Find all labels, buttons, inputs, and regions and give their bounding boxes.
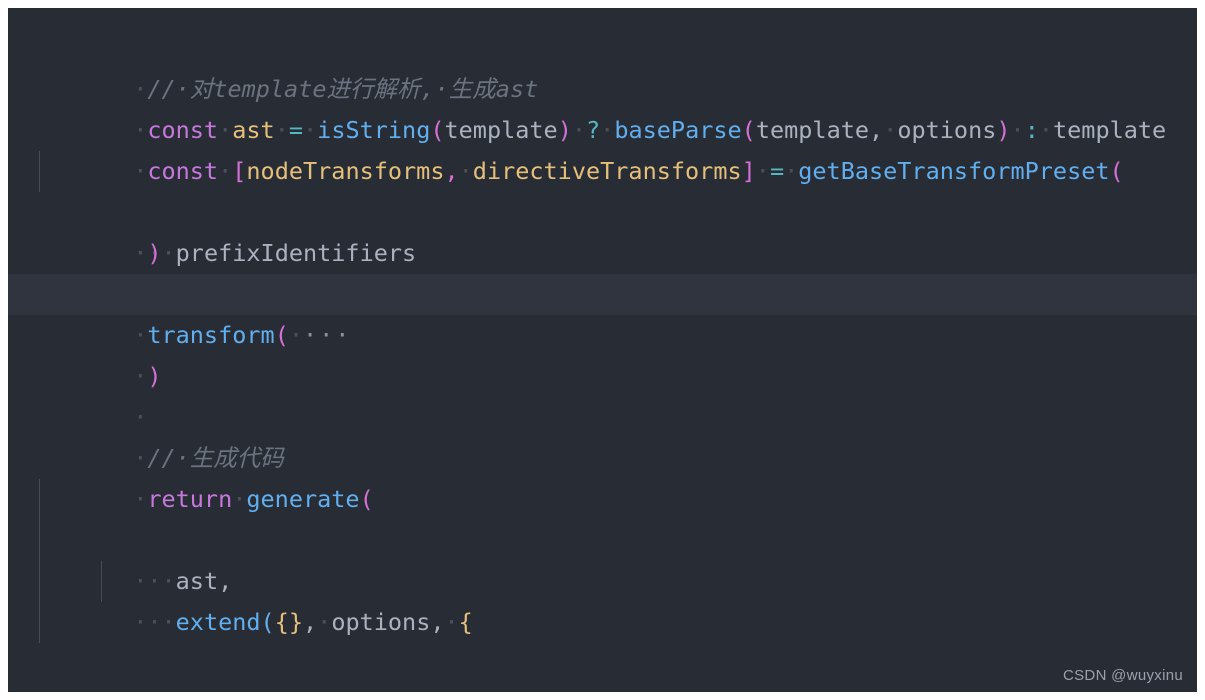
indent-guide: [39, 602, 40, 643]
indent-guide: [39, 479, 40, 520]
code-line-active[interactable]: ·transform(····: [8, 274, 1197, 349]
indent-guide: [39, 561, 40, 602]
code-line[interactable]: ···ast,: [8, 479, 1197, 595]
code-content[interactable]: ·//·对template进行解析,·生成ast ·const·ast·=·is…: [8, 28, 1197, 692]
code-line[interactable]: ·): [8, 192, 1197, 267]
code-line[interactable]: ···}): [8, 602, 1197, 692]
indent-guide: [39, 520, 40, 561]
whitespace-dot: ·: [162, 690, 176, 692]
code-editor-surface[interactable]: ·//·对template进行解析,·生成ast ·const·ast·=·is…: [8, 8, 1197, 692]
paren-close: ): [147, 690, 161, 692]
code-line[interactable]: ·const·ast·=·isString(template)·?·basePa…: [8, 69, 1197, 144]
csdn-watermark: CSDN @wuyxinu: [1063, 667, 1183, 684]
paren-close: ): [190, 690, 204, 692]
code-line[interactable]: ·//·对template进行解析,·生成ast: [8, 28, 1197, 103]
code-line[interactable]: ·return·generate(: [8, 438, 1197, 513]
code-line[interactable]: ·): [8, 643, 1197, 692]
brace-close: }: [176, 690, 190, 692]
whitespace-dot: ·: [133, 690, 147, 692]
code-line-blank[interactable]: ·: [8, 356, 1197, 431]
code-line[interactable]: ·): [8, 315, 1197, 390]
code-line[interactable]: ·//·生成代码: [8, 397, 1197, 472]
indent-guide: [39, 151, 40, 192]
code-line[interactable]: ·····prefixIdentifiers: [8, 561, 1197, 692]
code-line[interactable]: ···extend({},·options,·{: [8, 520, 1197, 636]
code-line[interactable]: ···prefixIdentifiers: [8, 151, 1197, 267]
identifier-prefixidentifiers: prefixIdentifiers: [204, 690, 445, 692]
indent-guide: [101, 561, 102, 602]
code-line[interactable]: ·const·[nodeTransforms,·directiveTransfo…: [8, 110, 1197, 185]
screenshot-root: ·//·对template进行解析,·生成ast ·const·ast·=·is…: [0, 0, 1205, 700]
code-line[interactable]: ·//·AST转换: [8, 233, 1197, 308]
